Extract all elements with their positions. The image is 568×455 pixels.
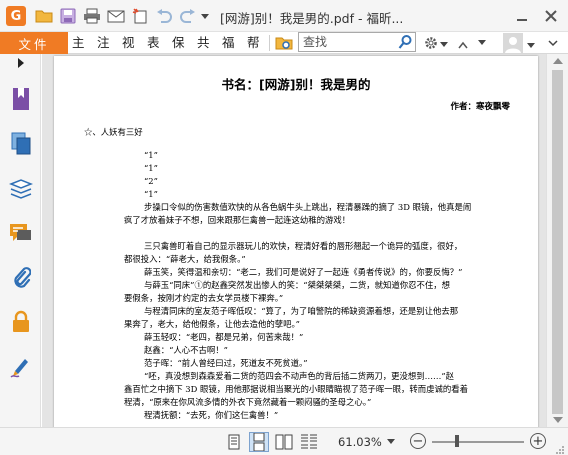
text-line: 与程清同床的室友范子晖低叹：“算了，为了咱警院的稀缺资源着想，还是别让他去那 <box>144 306 459 316</box>
menu-item-foxit[interactable]: 福昕 <box>222 34 238 52</box>
text-line: “1” <box>144 163 158 173</box>
text-line: “1” <box>144 189 158 199</box>
search-box[interactable] <box>298 32 416 52</box>
close-icon[interactable] <box>540 6 562 26</box>
gear-dropdown-icon[interactable] <box>440 37 450 47</box>
text-line: 步操口令似的伤害数值欢快的从各色蜗牛头上跳出，程清暴躁的摘了 3D 眼镜，他真是… <box>144 202 472 212</box>
customize-dropdown-icon[interactable] <box>198 6 212 26</box>
zoom-in-button[interactable]: + <box>530 433 546 449</box>
text-line: 与薛玉“同床”①的赵鑫突然发出惨人的笑：“桀桀桀桀，二货，就知道你忍不住，想 <box>144 280 450 290</box>
text-line: 果奔了，老大，给他假条，让他去造他的孽吧。” <box>124 319 300 329</box>
menu-item-protect[interactable]: 保护 <box>172 34 188 52</box>
menu-item-share[interactable]: 共享 <box>197 34 213 52</box>
continuous-facing-icon[interactable] <box>299 432 319 452</box>
scrollbar-thumb[interactable] <box>552 70 563 414</box>
zoom-dropdown-icon[interactable] <box>386 435 400 449</box>
text-line: 三只禽兽盯着自己的显示器玩儿的欢快，程清好看的唇形翘起一个诡异的弧度，很好， <box>144 241 463 251</box>
pages-icon[interactable] <box>8 131 34 157</box>
text-line: 程清，“原来在你风流多情的外衣下竟然藏着一颗闷骚的圣母之心。” <box>124 397 372 407</box>
print-icon[interactable] <box>82 6 102 26</box>
menu-bar: 文件 主页 注释 视图 表单 保护 共享 福昕 帮助 <box>0 32 568 54</box>
menu-item-home[interactable]: 主页 <box>72 34 88 52</box>
text-line: 范子晖：“前人曾经曰过，死道友不死贫道。” <box>144 358 308 368</box>
text-line: 薛玉笑，笑得温和亲切：“老二，我们可是说好了一起连《勇者传说》的，你要反悔？” <box>144 267 463 277</box>
comments-icon[interactable] <box>8 220 34 246</box>
navigation-sidebar <box>0 54 41 455</box>
minimize-icon[interactable] <box>511 6 533 26</box>
zoom-out-button[interactable]: − <box>410 433 426 449</box>
gear-icon[interactable] <box>421 33 441 53</box>
open-folder-icon[interactable] <box>34 6 54 26</box>
single-page-icon[interactable] <box>224 432 244 452</box>
pdf-page: 书名：[网游]别！我是男的 作者：寒夜飘零 ☆、人妖有三好 “1” “1” “2… <box>54 56 538 427</box>
search-icon[interactable] <box>397 34 413 50</box>
text-line: 程清抚额：“去死，你们这仨禽兽！” <box>144 410 279 420</box>
file-menu-button[interactable]: 文件 <box>0 32 68 54</box>
zoom-slider-thumb[interactable] <box>455 435 459 447</box>
text-line: 薛玉轻叹：“老四，都是兄弟，何苦来哉！” <box>144 332 304 342</box>
document-viewport[interactable]: 书名：[网游]别！我是男的 作者：寒夜飘零 ☆、人妖有三好 “1” “1” “2… <box>42 54 546 427</box>
continuous-page-icon[interactable] <box>249 432 269 452</box>
menu-divider <box>269 35 270 51</box>
zoom-slider-track[interactable] <box>432 441 524 443</box>
menu-item-form[interactable]: 表单 <box>147 34 163 52</box>
attachments-icon[interactable] <box>8 264 34 290</box>
chapter-heading: ☆、人妖有三好 <box>84 127 143 137</box>
more-options-icon[interactable] <box>547 36 561 50</box>
window-title: [网游]别！我是男的.pdf - 福昕... <box>220 11 404 26</box>
menu-item-comment[interactable]: 注释 <box>97 34 113 52</box>
redo-icon[interactable] <box>178 6 198 26</box>
security-icon[interactable] <box>8 309 34 335</box>
new-icon[interactable] <box>130 6 150 26</box>
text-line: “1” <box>144 150 158 160</box>
title-bar: G [网游]别！我是男的.pdf - 福昕... <box>0 0 568 32</box>
app-logo-icon[interactable]: G <box>6 6 26 26</box>
facing-pages-icon[interactable] <box>274 432 294 452</box>
scroll-up-icon[interactable] <box>553 58 563 64</box>
text-line: 赵鑫：“人心不古啊！” <box>144 345 228 355</box>
zoom-level[interactable]: 61.03% <box>338 435 382 449</box>
bookmark-icon[interactable] <box>8 86 34 112</box>
text-line: 鑫百忙之中摘下 3D 眼镜，用他那据说相当聚光的小眼睛瞄视了范子晖一眼，转而虔诚… <box>124 384 468 394</box>
scroll-down-icon[interactable] <box>553 417 563 423</box>
text-line: 要假条，按刚才约定的去女学员楼下裸奔。” <box>124 293 284 303</box>
search-input[interactable] <box>299 33 395 51</box>
document-author: 作者：寒夜飘零 <box>450 102 510 112</box>
menu-item-view[interactable]: 视图 <box>122 34 138 52</box>
avatar-dropdown-icon[interactable] <box>527 38 537 48</box>
find-folder-icon[interactable] <box>274 33 294 53</box>
expand-panel-icon[interactable] <box>8 56 34 70</box>
document-title: 书名：[网游]别！我是男的 <box>221 77 371 92</box>
email-icon[interactable] <box>106 6 126 26</box>
text-line: 都很投入：“薛老大，给我假条。” <box>124 254 246 264</box>
layers-icon[interactable] <box>8 176 34 202</box>
avatar[interactable] <box>503 33 523 53</box>
text-line: 疯了才放着妹子不想，回来跟那仨禽兽一起连这幼稚的游戏！ <box>124 215 351 225</box>
text-line: “2” <box>144 176 158 186</box>
signature-icon[interactable] <box>8 354 34 380</box>
save-icon[interactable] <box>58 6 78 26</box>
resize-grip-icon[interactable] <box>555 444 565 454</box>
vertical-scrollbar[interactable] <box>546 54 568 427</box>
ribbon-collapse-icon[interactable] <box>458 38 468 49</box>
menu-item-help[interactable]: 帮助 <box>247 34 263 52</box>
status-bar: 61.03% − + <box>0 427 568 455</box>
undo-icon[interactable] <box>154 6 174 26</box>
text-line: “呸，真没想到森森爱着二货的范四会不动声色的背后插二货两刀，更没想到……”赵 <box>144 371 455 381</box>
dropdown-icon[interactable] <box>477 36 491 50</box>
